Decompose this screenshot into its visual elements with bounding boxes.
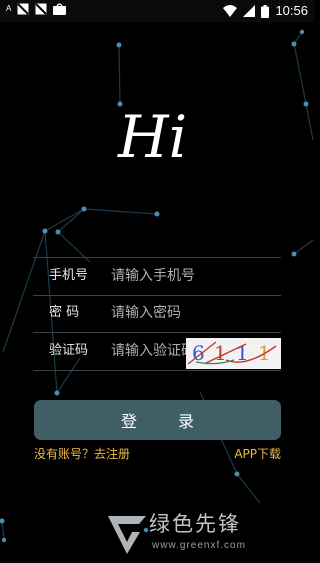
phone-label: 手机号 [49, 268, 89, 283]
captcha-char: 1 [214, 341, 227, 365]
signal-icon [243, 5, 256, 17]
phone-input[interactable]: 请输入手机号 [111, 267, 271, 285]
app-download-link[interactable]: APP下载 [234, 447, 281, 462]
watermark-url: www.greenxf.com [152, 540, 246, 551]
wifi-icon [223, 5, 238, 17]
indicator-text: A [6, 4, 12, 13]
login-button[interactable]: 登 录 [34, 400, 281, 440]
greeting-text: Hi [117, 103, 187, 171]
notification-icon [17, 3, 30, 15]
password-input[interactable]: 请输入密码 [111, 304, 271, 322]
status-time: 10:56 [275, 3, 308, 18]
captcha-label: 验证码 [49, 343, 89, 358]
status-bar: A 10:56 [0, 0, 314, 22]
watermark-brand: 绿色先锋 [149, 512, 241, 536]
notification-icon [35, 3, 48, 15]
hi-greeting: Hi [117, 103, 187, 171]
android-store-icon [53, 3, 67, 15]
watermark: 绿色先锋 www.greenxf.com [106, 508, 311, 560]
captcha-input[interactable]: 请输入验证码 [111, 342, 186, 360]
password-row: 密 码 请输入密码 [33, 295, 281, 333]
register-link[interactable]: 没有账号？去注册 [34, 447, 130, 462]
watermark-logo-icon [108, 516, 146, 554]
captcha-image[interactable]: 6 1 1 1 [186, 338, 281, 369]
phone-row: 手机号 请输入手机号 [33, 257, 281, 296]
battery-icon [261, 4, 270, 18]
password-label: 密 码 [49, 305, 80, 320]
